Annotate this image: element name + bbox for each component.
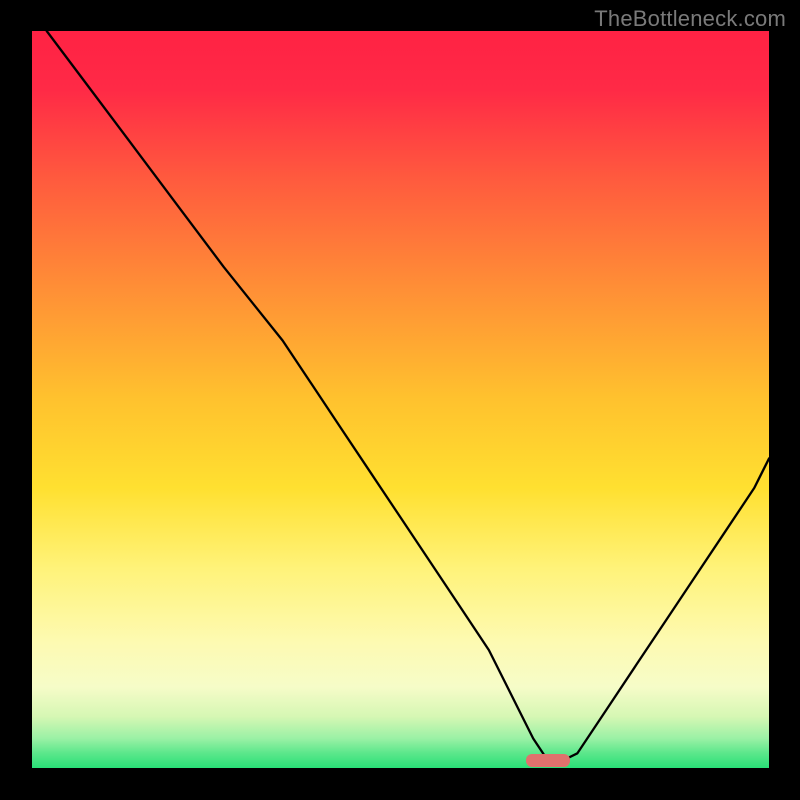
optimal-badge (526, 754, 570, 767)
bottleneck-curve (32, 31, 769, 768)
chart-area (32, 31, 769, 768)
watermark: TheBottleneck.com (594, 6, 786, 32)
